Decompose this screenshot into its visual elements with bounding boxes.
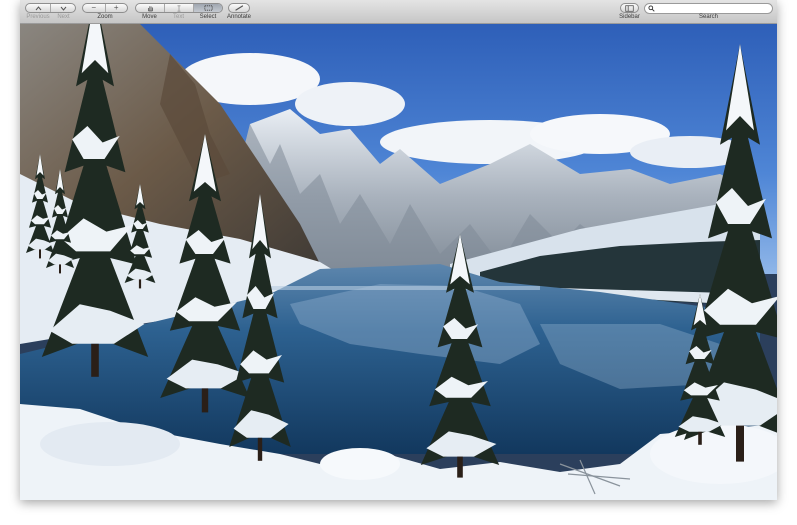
text-cursor-icon (177, 4, 181, 12)
zoom-out-button[interactable]: − (83, 4, 105, 12)
annotate-label: Annotate (226, 14, 252, 20)
preview-window: Previous Next − + Zoom Move Text Select (20, 0, 777, 500)
zoom-control: − + (82, 3, 128, 13)
search-input[interactable] (655, 4, 767, 13)
next-label: Next (57, 14, 70, 20)
zoom-in-button[interactable]: + (104, 4, 128, 12)
sidebar-button[interactable] (621, 4, 638, 12)
landscape-photo (20, 24, 777, 500)
sidebar-icon (625, 4, 634, 12)
pencil-icon (234, 5, 243, 11)
sidebar-label: Sidebar (619, 14, 640, 20)
move-tool-button[interactable] (136, 4, 164, 12)
toolbar: Previous Next − + Zoom Move Text Select (20, 0, 777, 24)
search-field[interactable] (644, 3, 773, 14)
previous-label: Previous (26, 14, 50, 20)
select-tool-button[interactable] (193, 4, 222, 12)
chevron-down-icon (60, 6, 66, 11)
search-label: Search (698, 14, 718, 20)
annotate-button[interactable] (229, 4, 249, 12)
text-tool-button[interactable] (164, 4, 193, 12)
tool-mode-control (135, 3, 223, 13)
next-button[interactable] (50, 4, 75, 12)
chevron-up-icon (35, 5, 41, 10)
marquee-select-icon (203, 5, 213, 11)
sidebar-control (620, 3, 639, 13)
zoom-label: Zoom (97, 14, 113, 20)
document-view[interactable] (20, 24, 777, 500)
previous-button[interactable] (26, 4, 50, 12)
move-label: Move (142, 14, 157, 20)
select-label: Select (199, 14, 217, 20)
text-label: Text (172, 14, 184, 20)
annotate-control (228, 3, 250, 13)
previous-next-control (25, 3, 76, 13)
hand-icon (147, 5, 153, 11)
magnifier-icon (648, 5, 655, 12)
